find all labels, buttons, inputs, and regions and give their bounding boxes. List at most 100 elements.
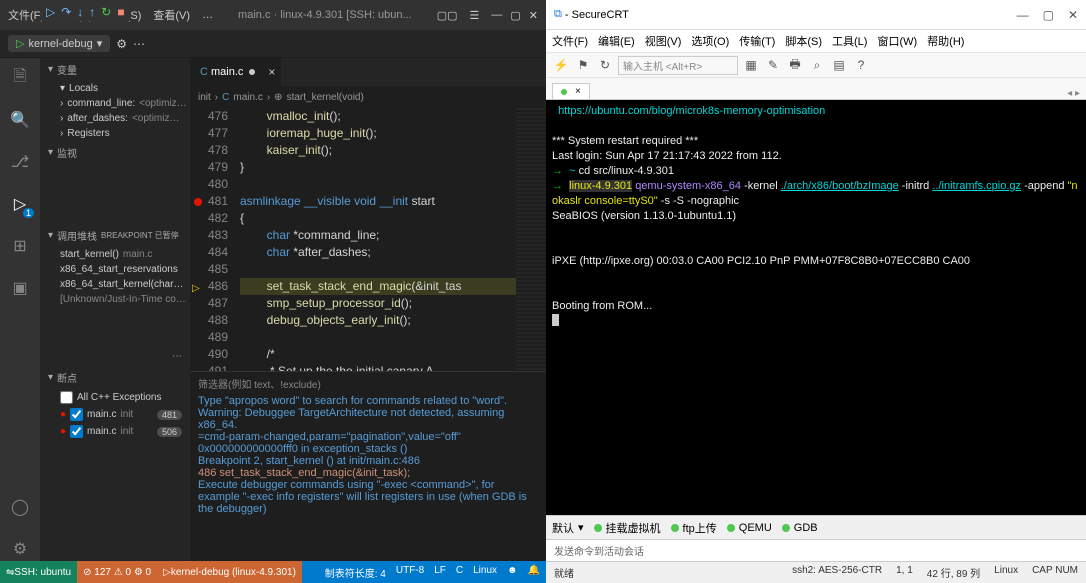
- stop-icon[interactable]: ■: [117, 5, 124, 19]
- watch-header[interactable]: ▾ 监视: [40, 141, 190, 164]
- tb-icon[interactable]: ?: [852, 56, 870, 74]
- btn-gdb[interactable]: GDB: [782, 522, 818, 534]
- tab-list-icon[interactable]: ◂ ▸: [1067, 88, 1080, 99]
- chevron-down-icon: ▾: [97, 37, 103, 50]
- debug-icon[interactable]: ▷1: [8, 192, 32, 216]
- eol-indicator[interactable]: LF: [434, 565, 446, 580]
- ellipsis-icon[interactable]: ⋯: [40, 347, 190, 366]
- quick-connect-icon[interactable]: ⚑: [574, 56, 592, 74]
- close-icon[interactable]: ✕: [529, 9, 538, 22]
- settings-icon[interactable]: ⚙: [8, 537, 32, 561]
- c-file-icon: C: [200, 66, 208, 78]
- tabsize-indicator[interactable]: 制表符长度: 4: [325, 565, 386, 580]
- crt-menu-view[interactable]: 视图(V): [645, 33, 682, 49]
- explorer-icon[interactable]: 🗎: [8, 66, 32, 90]
- bp-item-1[interactable]: ● main.c init506: [40, 423, 190, 440]
- layout-icon-2[interactable]: ☰: [470, 9, 480, 22]
- tab-main-c[interactable]: C main.c ×: [190, 58, 281, 86]
- crt-menu-file[interactable]: 文件(F): [552, 33, 588, 49]
- registers-group[interactable]: › Registers: [40, 126, 190, 141]
- crt-command-window[interactable]: 发送命令到活动会话: [546, 539, 1086, 561]
- btn-mount[interactable]: 挂载虚拟机: [594, 520, 661, 536]
- close-icon[interactable]: ×: [268, 65, 275, 79]
- extensions-icon[interactable]: ⊞: [8, 234, 32, 258]
- layout-icon[interactable]: ▢▢: [437, 9, 458, 22]
- reconnect-icon[interactable]: ↻: [596, 56, 614, 74]
- gear-icon[interactable]: ⚙: [116, 37, 127, 51]
- code-lines[interactable]: vmalloc_init(); ioremap_huge_init(); kai…: [240, 108, 516, 371]
- btn-ftp[interactable]: ftp上传: [671, 520, 717, 536]
- stack-frame-2[interactable]: x86_64_start_kernel(char…: [40, 277, 190, 292]
- lang-indicator[interactable]: C: [456, 565, 463, 580]
- menu-more[interactable]: …: [202, 9, 213, 21]
- menu-view[interactable]: 查看(V): [153, 7, 190, 23]
- status-caps: CAP NUM: [1032, 565, 1078, 580]
- encoding-indicator[interactable]: UTF-8: [396, 565, 424, 580]
- breadcrumb[interactable]: init › C main.c › ⊕ start_kernel(void): [190, 86, 546, 108]
- host-input[interactable]: 输入主机 <Alt+R>: [618, 56, 738, 75]
- diag-indicator[interactable]: ⊘ 127 ⚠ 0 ⚙ 0: [77, 561, 157, 583]
- debug-config-selector[interactable]: ▷ kernel-debug ▾: [8, 35, 110, 52]
- locals-group[interactable]: ▾ Locals: [40, 81, 190, 96]
- btn-qemu[interactable]: QEMU: [727, 522, 772, 534]
- btn-default[interactable]: 默认 ▾: [552, 520, 584, 536]
- bp-all-cpp[interactable]: All C++ Exceptions: [40, 389, 190, 406]
- bell-icon[interactable]: 🔔: [528, 565, 540, 580]
- connect-icon[interactable]: ⚡: [552, 56, 570, 74]
- terminal[interactable]: https://ubuntu.com/blog/microk8s-memory-…: [546, 100, 1086, 515]
- crt-menu-help[interactable]: 帮助(H): [927, 33, 964, 49]
- debug-console[interactable]: 筛选器(例如 text、!exclude) Type "apropos word…: [190, 371, 546, 561]
- remote-indicator[interactable]: ⇋ SSH: ubuntu: [0, 561, 77, 583]
- minimize-icon[interactable]: —: [1017, 8, 1029, 22]
- bp-item-0[interactable]: ● main.c init481: [40, 406, 190, 423]
- tb-icon[interactable]: ▦: [742, 56, 760, 74]
- crt-menu-tools[interactable]: 工具(L): [832, 33, 867, 49]
- stack-frame-3[interactable]: [Unknown/Just-In-Time co…: [40, 292, 190, 307]
- filter-input[interactable]: 筛选器(例如 text、!exclude): [198, 376, 538, 391]
- crt-menu-transfer[interactable]: 传输(T): [739, 33, 775, 49]
- restart-icon[interactable]: ↻: [101, 5, 111, 19]
- tb-icon[interactable]: ⌕: [808, 56, 826, 74]
- tb-icon[interactable]: 🖶: [786, 56, 804, 74]
- account-icon[interactable]: ◯: [8, 495, 32, 519]
- stack-frame-1[interactable]: x86_64_start_reservations: [40, 262, 190, 277]
- breakpoints-header[interactable]: ▾ 断点: [40, 366, 190, 389]
- minimize-icon[interactable]: —: [491, 9, 502, 22]
- scm-icon[interactable]: ⎇: [8, 150, 32, 174]
- remote-icon[interactable]: ▣: [8, 276, 32, 300]
- var-after-dashes[interactable]: › after_dashes: <optimiz…: [40, 111, 190, 126]
- crumb-1[interactable]: main.c: [233, 92, 262, 103]
- continue-icon[interactable]: ▷: [46, 5, 55, 19]
- crt-menu-script[interactable]: 脚本(S): [785, 33, 822, 49]
- crt-menu-options[interactable]: 选项(O): [691, 33, 729, 49]
- maximize-icon[interactable]: ▢: [1043, 8, 1054, 22]
- step-into-icon[interactable]: ↓: [77, 5, 83, 19]
- crt-tab-session[interactable]: ×: [552, 83, 590, 99]
- code-editor[interactable]: 476477478479480481482483484485486▷487488…: [190, 108, 546, 371]
- crumb-0[interactable]: init: [198, 92, 211, 103]
- bp-checkbox[interactable]: [70, 425, 83, 438]
- debug-indicator[interactable]: ▷ kernel-debug (linux-4.9.301): [157, 561, 302, 583]
- tb-icon[interactable]: ▤: [830, 56, 848, 74]
- bp-checkbox[interactable]: [70, 408, 83, 421]
- feedback-icon[interactable]: ☻: [507, 565, 518, 580]
- menu-file[interactable]: 文件(F): [8, 7, 44, 23]
- tb-icon[interactable]: ✎: [764, 56, 782, 74]
- stack-frame-0[interactable]: start_kernel() main.c: [40, 247, 190, 262]
- variables-header[interactable]: ▾ 变量: [40, 58, 190, 81]
- more-icon[interactable]: ⋯: [133, 37, 145, 51]
- crt-menu-edit[interactable]: 编辑(E): [598, 33, 635, 49]
- callstack-header[interactable]: ▾ 调用堆栈 BREAKPOINT 已暂停: [40, 224, 190, 247]
- maximize-icon[interactable]: ▢: [510, 9, 520, 22]
- minimap[interactable]: [516, 108, 546, 371]
- crumb-2[interactable]: start_kernel(void): [287, 92, 364, 103]
- crt-menu-window[interactable]: 窗口(W): [877, 33, 917, 49]
- step-over-icon[interactable]: ↷: [61, 5, 71, 19]
- crt-menubar: 文件(F) 编辑(E) 视图(V) 选项(O) 传输(T) 脚本(S) 工具(L…: [546, 30, 1086, 52]
- step-out-icon[interactable]: ↑: [89, 5, 95, 19]
- bp-checkbox[interactable]: [60, 391, 73, 404]
- close-icon[interactable]: ✕: [1068, 8, 1078, 22]
- os-indicator[interactable]: Linux: [473, 565, 497, 580]
- search-icon[interactable]: 🔍: [8, 108, 32, 132]
- var-command-line[interactable]: › command_line: <optimiz…: [40, 96, 190, 111]
